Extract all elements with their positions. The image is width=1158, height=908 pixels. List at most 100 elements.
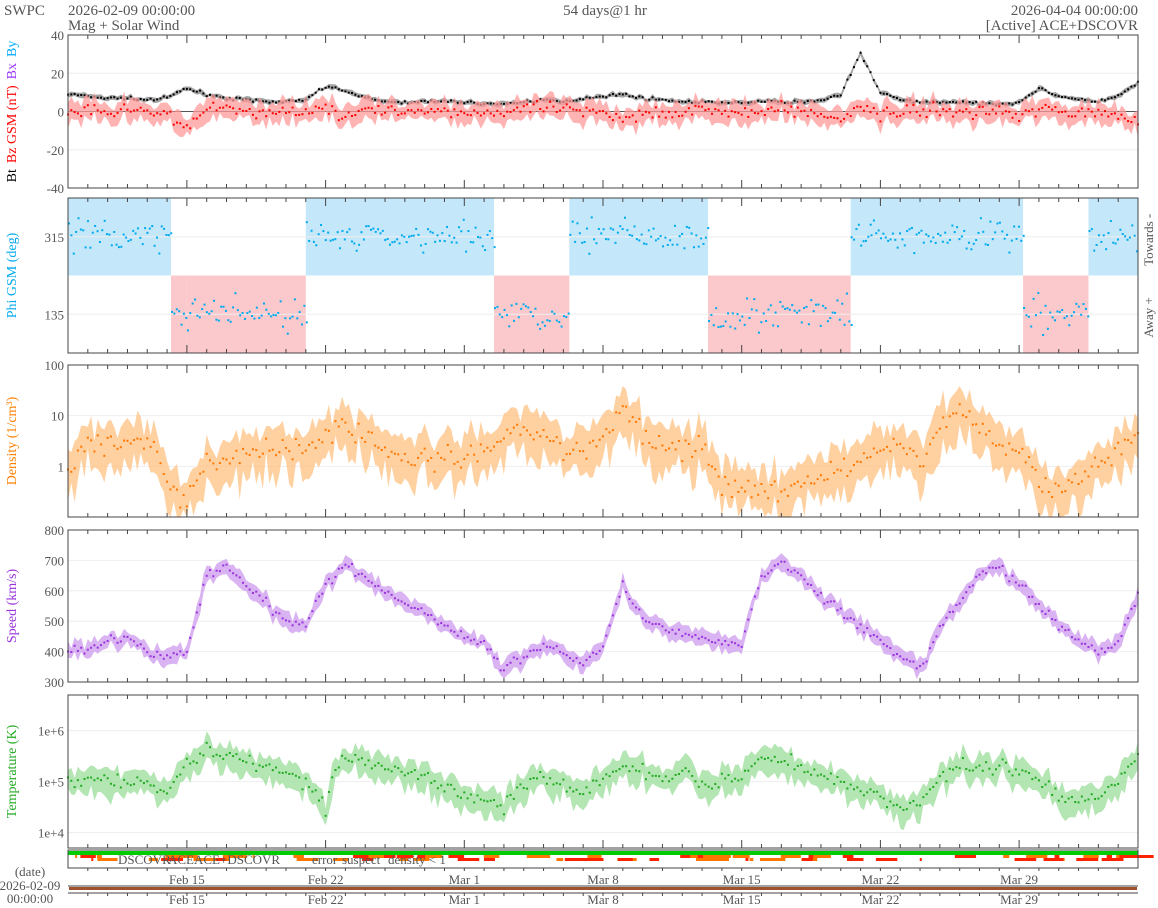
data-point xyxy=(199,603,202,606)
data-point xyxy=(899,806,902,809)
data-point xyxy=(519,662,522,665)
data-point xyxy=(344,563,347,566)
data-point xyxy=(103,454,106,457)
data-point xyxy=(317,88,320,91)
data-point xyxy=(886,106,889,109)
data-point xyxy=(669,239,672,242)
data-point xyxy=(248,754,251,757)
data-point xyxy=(975,766,978,769)
data-point xyxy=(1080,480,1083,483)
data-point xyxy=(813,112,816,115)
data-point xyxy=(741,315,744,318)
data-point xyxy=(1107,646,1110,649)
data-point xyxy=(631,95,634,98)
data-point xyxy=(604,238,607,241)
y-tick-label: 10 xyxy=(51,409,64,424)
date-tick-label: Feb 22 xyxy=(308,892,344,907)
data-point xyxy=(175,91,178,94)
data-point xyxy=(668,631,671,634)
data-point xyxy=(1054,482,1057,485)
data-point xyxy=(369,228,372,231)
data-point xyxy=(284,446,287,449)
data-point xyxy=(205,311,208,314)
data-point xyxy=(793,115,796,118)
data-point xyxy=(1068,324,1071,327)
data-point xyxy=(268,109,271,112)
data-point xyxy=(1010,239,1013,242)
data-point xyxy=(704,443,707,446)
data-point xyxy=(255,449,258,452)
data-point xyxy=(740,113,743,116)
data-point xyxy=(160,225,163,228)
data-point xyxy=(565,316,568,319)
data-point xyxy=(149,97,152,100)
data-point xyxy=(228,569,231,572)
data-point xyxy=(1075,302,1078,305)
data-point xyxy=(255,769,258,772)
data-point xyxy=(578,792,581,795)
data-point xyxy=(355,249,358,252)
data-point xyxy=(981,422,984,425)
data-point xyxy=(205,574,208,577)
data-point xyxy=(938,101,941,104)
data-point xyxy=(892,437,895,440)
data-point xyxy=(512,109,515,112)
data-point xyxy=(390,105,393,108)
data-point xyxy=(648,98,651,101)
data-point xyxy=(142,647,145,650)
data-point xyxy=(872,107,875,110)
data-point xyxy=(123,439,126,442)
data-point xyxy=(988,430,991,433)
data-point xyxy=(192,484,195,487)
source-flag xyxy=(808,855,814,858)
data-point xyxy=(1058,311,1061,314)
data-point xyxy=(753,298,756,301)
data-point xyxy=(374,98,377,101)
data-point xyxy=(165,233,168,236)
data-point xyxy=(100,96,103,99)
data-point xyxy=(619,225,622,228)
data-point xyxy=(605,773,608,776)
source-flag xyxy=(1026,855,1032,858)
data-point xyxy=(895,97,898,100)
data-point xyxy=(948,108,951,111)
data-point xyxy=(424,242,427,245)
data-point xyxy=(654,774,657,777)
data-point xyxy=(103,219,106,222)
data-point xyxy=(905,453,908,456)
data-point xyxy=(301,621,304,624)
data-point xyxy=(1037,485,1040,488)
data-point xyxy=(1034,115,1037,118)
data-point xyxy=(767,108,770,111)
data-point xyxy=(807,323,810,326)
data-point xyxy=(166,654,169,657)
data-point xyxy=(895,443,898,446)
data-point xyxy=(1093,249,1096,252)
data-point xyxy=(681,100,684,103)
data-point xyxy=(1110,96,1113,99)
data-point xyxy=(535,777,538,780)
data-point xyxy=(971,117,974,120)
data-point xyxy=(859,623,862,626)
data-point xyxy=(142,782,145,785)
data-point xyxy=(1070,796,1073,799)
data-point xyxy=(77,217,80,220)
data-point xyxy=(253,317,256,320)
data-point xyxy=(1074,97,1077,100)
data-point xyxy=(466,113,469,116)
data-point xyxy=(549,777,552,780)
data-point xyxy=(1061,110,1064,113)
data-point xyxy=(129,95,132,98)
data-point xyxy=(1100,647,1103,650)
data-point xyxy=(139,106,142,109)
data-point xyxy=(258,594,261,597)
data-point xyxy=(522,105,525,108)
data-point xyxy=(929,240,932,243)
data-point xyxy=(1119,228,1122,231)
data-point xyxy=(946,241,949,244)
data-point xyxy=(625,92,628,95)
data-point xyxy=(823,479,826,482)
data-point xyxy=(800,110,803,113)
data-point xyxy=(1100,98,1103,101)
data-point xyxy=(886,445,889,448)
